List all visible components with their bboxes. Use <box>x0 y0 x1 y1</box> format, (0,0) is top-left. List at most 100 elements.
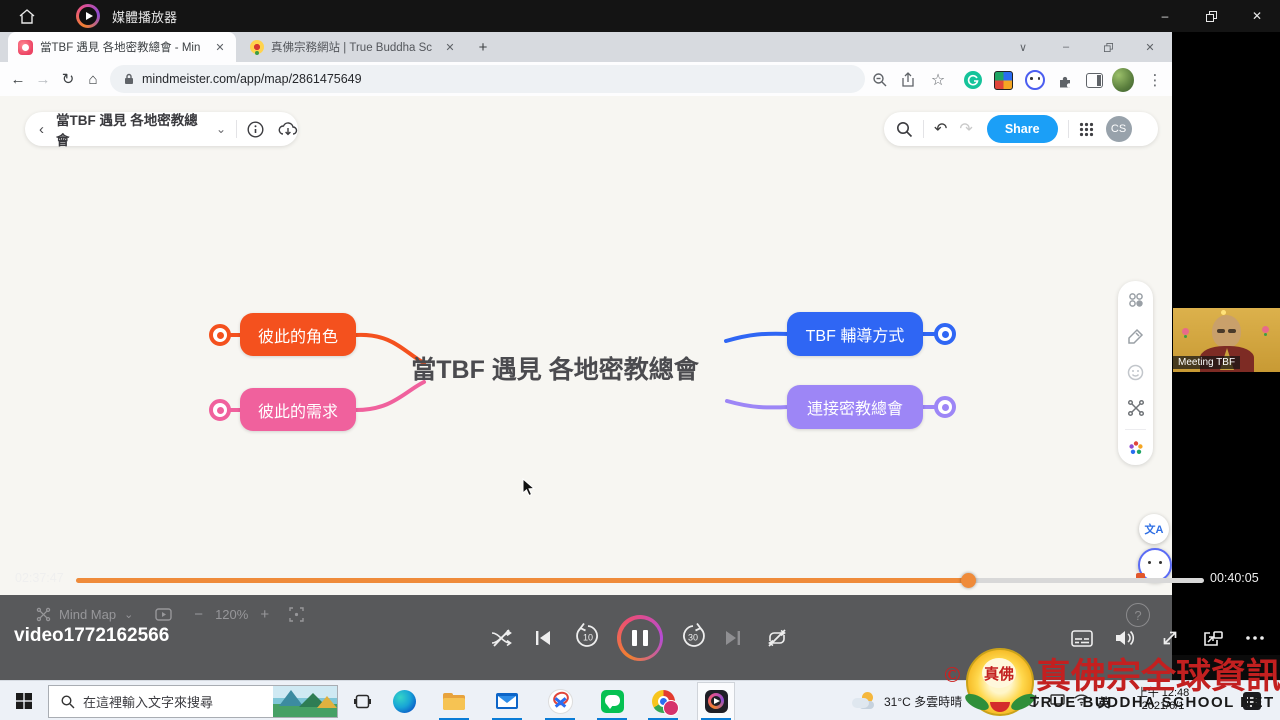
taskbar-edge-icon[interactable] <box>384 681 424 720</box>
zoom-in-button[interactable]: + <box>260 606 269 623</box>
taskbar-mail-icon[interactable] <box>487 681 527 720</box>
emoji-icon[interactable] <box>1118 357 1153 387</box>
repeat-off-button[interactable] <box>762 623 792 653</box>
back-icon[interactable]: ← <box>8 69 28 89</box>
previous-button[interactable] <box>528 623 558 653</box>
address-bar[interactable]: mindmeister.com/app/map/2861475649 <box>110 65 865 93</box>
more-options-button[interactable] <box>1240 623 1270 653</box>
seek-bar[interactable] <box>76 578 1204 583</box>
fullscreen-button[interactable] <box>1155 623 1185 653</box>
taskbar-line-icon[interactable] <box>592 681 632 720</box>
zoom-out-button[interactable]: − <box>194 606 203 623</box>
presentation-icon[interactable] <box>155 608 172 622</box>
connections-icon[interactable] <box>1118 393 1153 423</box>
fit-map-icon[interactable] <box>289 607 304 622</box>
player-minimize-button[interactable]: – <box>1142 0 1188 32</box>
forward-icon[interactable]: → <box>33 69 53 89</box>
elapsed-time: 02:37:47 <box>15 571 64 585</box>
tray-wifi-icon[interactable] <box>1074 694 1089 706</box>
taskbar-chrome-icon[interactable] <box>643 681 683 720</box>
player-close-button[interactable]: ✕ <box>1234 0 1280 32</box>
video-title: video1772162566 <box>14 625 169 647</box>
remaining-time: 00:40:05 <box>1210 571 1259 585</box>
notification-center-button[interactable] <box>1242 691 1262 711</box>
taskbar-search-box[interactable]: 在這裡輸入文字來搜尋 <box>48 685 338 718</box>
weather-icon <box>852 692 876 710</box>
home-icon <box>19 9 35 24</box>
format-brush-icon[interactable] <box>1118 321 1153 351</box>
tab-title: 當TBF 遇見 各地密教總會 - Min <box>40 39 204 55</box>
node-connector[interactable] <box>934 396 956 418</box>
profile-avatar[interactable] <box>1112 69 1134 91</box>
browser-restore-button[interactable] <box>1095 32 1121 62</box>
view-mode-label[interactable]: Mind Map <box>59 607 116 622</box>
captions-button[interactable] <box>1067 623 1097 653</box>
extension-face-icon[interactable] <box>1024 69 1046 91</box>
tray-input-language[interactable]: 英 <box>1098 694 1110 711</box>
zoom-level[interactable]: 120% <box>215 607 248 622</box>
taskbar-media-player-icon[interactable] <box>696 681 736 720</box>
ai-flower-icon[interactable] <box>1118 433 1153 463</box>
next-button[interactable] <box>718 623 748 653</box>
tray-clock[interactable]: 上午 12:48 2021/6/1 <box>1120 687 1206 713</box>
new-tab-button[interactable]: + <box>470 32 496 62</box>
home-icon[interactable]: ⌂ <box>83 69 103 89</box>
share-icon[interactable] <box>897 69 919 91</box>
app-title: 媒體播放器 <box>112 7 177 26</box>
node-connector[interactable] <box>209 399 231 421</box>
extensions-puzzle-icon[interactable] <box>1054 69 1076 91</box>
mindmap-node[interactable]: 彼此的需求 <box>240 388 356 431</box>
start-button[interactable] <box>4 681 44 720</box>
extension-grammarly-icon[interactable] <box>962 69 984 91</box>
assistant-button[interactable] <box>1138 548 1172 582</box>
tray-sync-icon[interactable] <box>1026 694 1040 708</box>
player-restore-button[interactable] <box>1188 0 1234 32</box>
translate-button[interactable]: 文A <box>1139 514 1169 544</box>
reload-icon[interactable]: ↻ <box>58 69 78 89</box>
volume-button[interactable] <box>1110 623 1140 653</box>
skip-back-10-button[interactable]: 10 <box>573 621 603 651</box>
mindmeister-canvas[interactable]: ‹ 當TBF 遇見 各地密教總會 ⌄ <box>0 96 1172 655</box>
pause-button[interactable] <box>617 615 663 661</box>
view-mode-chevron-icon[interactable]: ⌄ <box>124 608 133 621</box>
mini-player-button[interactable] <box>1198 623 1228 653</box>
tab-close-icon[interactable]: ✕ <box>212 39 228 55</box>
mouse-cursor <box>522 478 535 497</box>
video-frame[interactable]: 當TBF 遇見 各地密教總會 - Min ✕ 真佛宗務網站 | True Bud… <box>0 32 1280 655</box>
browser-menu-icon[interactable]: ⋮ <box>1144 69 1166 91</box>
tray-expand-chevron[interactable]: ⌃ <box>1002 695 1011 708</box>
seek-bar-fill <box>76 578 968 583</box>
layout-dots-icon[interactable] <box>1118 285 1153 315</box>
mindmap-node[interactable]: TBF 輔導方式 <box>787 312 923 356</box>
mindmap-central-topic[interactable]: 當TBF 遇見 各地密教總會 <box>400 350 710 386</box>
tab-close-icon[interactable]: ✕ <box>442 39 458 55</box>
taskbar-weather[interactable]: 31°C 多雲時晴 <box>852 681 962 720</box>
tab-mindmeister[interactable]: 當TBF 遇見 各地密教總會 - Min ✕ <box>8 32 236 62</box>
browser-close-button[interactable]: ✕ <box>1137 32 1163 62</box>
task-view-button[interactable] <box>342 681 382 720</box>
node-connector[interactable] <box>934 323 956 345</box>
side-panel-icon[interactable] <box>1083 69 1105 91</box>
translate-icon: 文A <box>1145 521 1164 537</box>
tray-date: 2021/6/1 <box>1120 700 1206 713</box>
player-home-button[interactable] <box>4 0 50 32</box>
browser-menu-chevron[interactable]: ∨ <box>1010 32 1036 62</box>
search-highlight-image[interactable] <box>273 686 337 717</box>
tab-title: 真佛宗務網站 | True Buddha Sc <box>271 39 434 55</box>
shuffle-off-button[interactable] <box>487 623 517 653</box>
connections-icon[interactable] <box>36 607 51 622</box>
mindmap-node[interactable]: 彼此的角色 <box>240 313 356 356</box>
mm-bottom-toolbar: Mind Map ⌄ − 120% + <box>36 606 304 623</box>
bookmark-star-icon[interactable]: ☆ <box>927 69 949 91</box>
mindmap-node[interactable]: 連接密教總會 <box>787 385 923 429</box>
tray-display-icon[interactable] <box>1050 694 1065 707</box>
zoom-out-icon[interactable] <box>869 69 891 91</box>
tab-truebuddha[interactable]: 真佛宗務網站 | True Buddha Sc ✕ <box>240 32 466 62</box>
map-side-toolbar <box>1118 281 1153 465</box>
browser-minimize-button[interactable]: – <box>1053 32 1079 62</box>
taskbar-art-app-icon[interactable] <box>540 681 580 720</box>
skip-forward-30-button[interactable]: 30 <box>678 621 708 651</box>
node-connector[interactable] <box>209 324 231 346</box>
taskbar-explorer-icon[interactable] <box>434 681 474 720</box>
extension-colorful-icon[interactable] <box>992 69 1014 91</box>
